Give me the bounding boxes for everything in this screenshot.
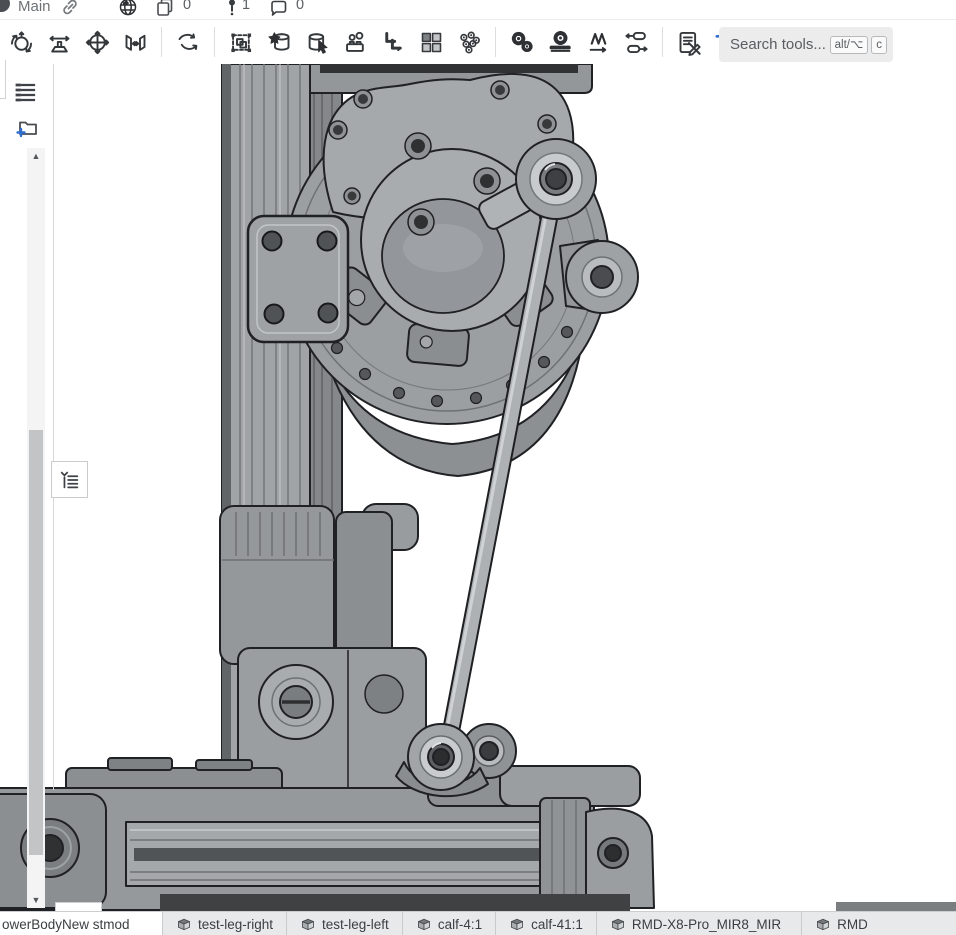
status-circle-icon [0, 0, 10, 12]
workspace-name: Main [18, 0, 51, 15]
tool-button-translate[interactable] [41, 24, 77, 60]
tab-label: test-leg-right [198, 917, 273, 932]
shortcut-key-badge: c [871, 36, 887, 54]
top-toolbar-area: Main [0, 0, 956, 64]
toolbar-separator [161, 27, 162, 57]
part-cursor-icon [304, 29, 331, 56]
grid-pattern-icon [418, 29, 445, 56]
tool-button-circular-pattern[interactable] [451, 24, 487, 60]
replicate-parts-icon [380, 29, 407, 56]
tool-button-orbit[interactable] [3, 24, 39, 60]
insert-folder-button[interactable] [15, 113, 43, 141]
tool-button-align-planes[interactable] [117, 24, 153, 60]
tool-button-linear-pattern[interactable] [413, 24, 449, 60]
model-top-rod-end [516, 139, 596, 219]
tool-button-edit-in-context[interactable] [261, 24, 297, 60]
tool-button-rack-pinion[interactable] [542, 24, 578, 60]
branches-icon[interactable] [155, 0, 175, 17]
scroll-down-arrow[interactable]: ▼ [27, 892, 45, 908]
orbit-icon [8, 29, 35, 56]
features-list-button[interactable] [13, 78, 41, 106]
toolbar-separator [214, 27, 215, 57]
gears-icon [509, 29, 536, 56]
scroll-up-arrow[interactable]: ▲ [27, 148, 45, 164]
part-cube-icon [509, 916, 525, 932]
tool-button-gear-relation[interactable] [504, 24, 540, 60]
tab-test-leg-left[interactable]: test-leg-left [286, 912, 402, 935]
part-cube-icon [610, 916, 626, 932]
tab-calf-41[interactable]: calf-41:1 [495, 912, 596, 935]
search-tools-input[interactable]: Search tools... alt/⌥ c [719, 27, 893, 62]
link-icon[interactable] [60, 0, 80, 17]
tool-button-flexible[interactable] [170, 24, 206, 60]
tool-button-pan[interactable] [79, 24, 115, 60]
coil-arrow-icon [585, 29, 612, 56]
part-star-icon [266, 29, 293, 56]
tool-button-screw-relation[interactable] [580, 24, 616, 60]
tab-rmd-cut[interactable]: RMD [801, 912, 867, 935]
flexible-arrows-icon [175, 29, 202, 56]
pin-count: 1 [242, 0, 250, 13]
globe-icon[interactable] [118, 0, 138, 17]
tool-button-replicate[interactable] [375, 24, 411, 60]
tab-label: test-leg-left [322, 917, 389, 932]
model-knee-clamp [220, 504, 418, 664]
onshape-assembly-window: ▲ ▼ Main [0, 0, 956, 935]
scrollbar-thumb[interactable] [29, 430, 43, 855]
robot-leg-model [0, 0, 956, 935]
part-cube-icon [815, 916, 831, 932]
tool-button-standard-content[interactable] [337, 24, 373, 60]
part-cube-icon [300, 916, 316, 932]
model-mount-plate [248, 216, 348, 342]
rack-pinion-icon [547, 29, 574, 56]
pin-icon[interactable] [222, 0, 242, 17]
expand-list-icon [58, 468, 82, 492]
translate-icon [46, 29, 73, 56]
model-side-eyelet [560, 240, 638, 313]
standard-content-icon [342, 29, 369, 56]
belt-loops-icon [623, 29, 650, 56]
tab-lowerbodynew[interactable]: owerBodyNew stmod [0, 912, 162, 935]
pan-icon [84, 29, 111, 56]
toolbar-separator [662, 27, 663, 57]
tab-label: owerBodyNew stmod [2, 917, 130, 932]
toolbar-separator [495, 27, 496, 57]
tool-button-box-select[interactable] [223, 24, 259, 60]
document-status-row: Main [0, 0, 956, 20]
tab-label: calf-41:1 [531, 917, 583, 932]
folder-plus-icon [15, 114, 41, 140]
tab-label: RMD-X8-Pro_MIR8_MIR [632, 917, 781, 932]
3d-viewport[interactable] [0, 0, 956, 935]
tool-button-select-part[interactable] [299, 24, 335, 60]
tab-rmd-x8-pro[interactable]: RMD-X8-Pro_MIR8_MIR [596, 912, 794, 935]
features-list-icon [13, 79, 39, 105]
part-cube-icon [176, 916, 192, 932]
tab-calf-4[interactable]: calf-4:1 [402, 912, 495, 935]
part-cube-icon [416, 916, 432, 932]
search-placeholder: Search tools... [730, 36, 827, 53]
tool-button-named-positions[interactable] [671, 24, 707, 60]
circular-pattern-icon [456, 29, 483, 56]
parallel-planes-icon [122, 29, 149, 56]
expand-instance-list-button[interactable] [51, 461, 88, 498]
comment-count: 0 [296, 0, 304, 13]
shortcut-alt-badge: alt/⌥ [830, 36, 869, 54]
left-panel-border [53, 64, 54, 790]
box-select-icon [228, 29, 255, 56]
tab-label: RMD [837, 917, 867, 932]
tool-button-linear-relation[interactable] [618, 24, 654, 60]
list-pencil-icon [676, 29, 703, 56]
tab-label: calf-4:1 [438, 917, 482, 932]
vertical-scrollbar[interactable]: ▲ ▼ [27, 148, 45, 908]
tab-test-leg-right[interactable]: test-leg-right [162, 912, 286, 935]
branch-count: 0 [183, 0, 191, 13]
document-tab-bar: owerBodyNew stmod test-leg-right test- [0, 911, 956, 935]
comment-icon[interactable] [268, 0, 288, 17]
panel-corner-fragment [0, 60, 6, 99]
